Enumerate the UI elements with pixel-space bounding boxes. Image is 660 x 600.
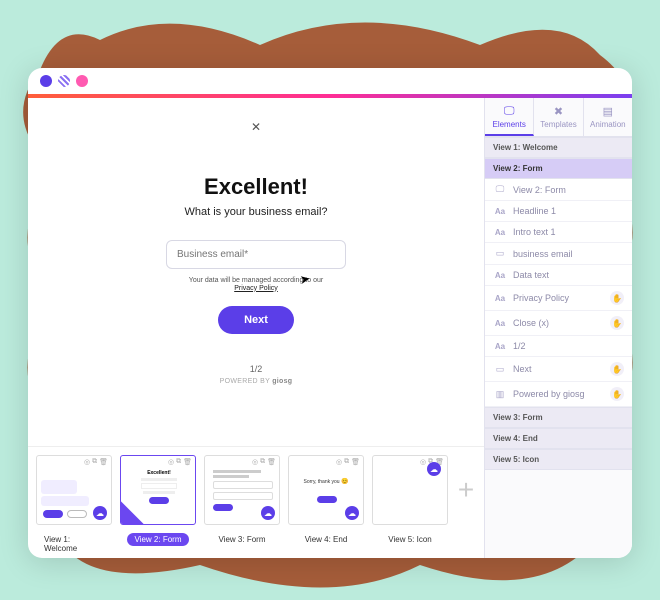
layer-row[interactable]: Aa Data text xyxy=(485,265,632,286)
layer-name: 1/2 xyxy=(513,341,624,351)
privacy-policy-link[interactable]: Privacy Policy xyxy=(234,285,278,292)
thumb-form-2[interactable]: ◎⧉🗑 Excellent! View 2: Form xyxy=(120,455,196,546)
section-header[interactable]: View 4: End xyxy=(485,428,632,449)
film-icon: ▤ xyxy=(584,105,632,118)
button-icon: ▭ xyxy=(493,364,507,375)
powered-by[interactable]: POWERED BY giosg xyxy=(220,378,293,385)
thumb-label: View 2: Form xyxy=(127,533,190,546)
layer-name: Intro text 1 xyxy=(513,227,624,237)
eye-icon: ◎ xyxy=(252,458,258,466)
view-thumbnails: ◎⧉🗑 😊 ☁ View 1: Welcome ◎⧉🗑 Excellen xyxy=(28,446,484,558)
layer-row[interactable]: ▭ business email xyxy=(485,243,632,265)
intro-text[interactable]: What is your business email? xyxy=(184,206,327,218)
section-header[interactable]: View 2: Form xyxy=(485,158,632,179)
titlebar xyxy=(28,68,632,94)
layers-panel: View 1: WelcomeView 2: Form🖵View 2: Form… xyxy=(485,137,632,558)
input-icon: ▭ xyxy=(493,248,507,259)
eye-icon: ◎ xyxy=(168,458,174,466)
layer-name: Data text xyxy=(513,270,624,280)
trash-icon: 🗑 xyxy=(351,458,360,466)
powered-brand: giosg xyxy=(272,378,292,385)
business-email-input[interactable] xyxy=(166,240,346,269)
next-button[interactable]: Next xyxy=(218,306,294,334)
tab-templates[interactable]: ✖ Templates xyxy=(534,98,583,136)
layer-name: business email xyxy=(513,249,624,259)
layer-row[interactable]: 🖵 View 2: Form xyxy=(485,179,632,201)
canvas[interactable]: ✕ Excellent! What is your business email… xyxy=(28,98,484,446)
Aa-icon: Aa xyxy=(493,271,507,280)
cursor-icon: ➤ xyxy=(299,271,311,287)
Aa-icon: Aa xyxy=(493,342,507,351)
sidebar: 🖵 Elements ✖ Templates ▤ Animation View … xyxy=(484,98,632,558)
Aa-icon: Aa xyxy=(493,228,507,237)
layer-row[interactable]: Aa 1/2 xyxy=(485,336,632,357)
sidebar-tabs: 🖵 Elements ✖ Templates ▤ Animation xyxy=(485,98,632,137)
layer-row[interactable]: Aa Privacy Policy ✋ xyxy=(485,286,632,311)
tab-label: Elements xyxy=(492,120,525,129)
chat-icon: ☁ xyxy=(427,462,441,476)
powered-prefix: POWERED BY xyxy=(220,378,273,385)
widget-icon: ▥ xyxy=(493,389,507,400)
trash-icon: 🗑 xyxy=(267,458,276,466)
copy-icon: ⧉ xyxy=(176,458,181,466)
section-header[interactable]: View 5: Icon xyxy=(485,449,632,470)
tab-elements[interactable]: 🖵 Elements xyxy=(485,98,534,136)
Aa-icon: Aa xyxy=(493,207,507,216)
app-window: ✕ Excellent! What is your business email… xyxy=(28,68,632,558)
tab-label: Templates xyxy=(540,120,576,129)
tab-label: Animation xyxy=(590,120,626,129)
tab-animation[interactable]: ▤ Animation xyxy=(584,98,632,136)
chat-icon: ☁ xyxy=(345,506,359,520)
Aa-icon: Aa xyxy=(493,319,507,328)
add-view-button[interactable]: + xyxy=(456,455,476,525)
layer-row[interactable]: ▭ Next ✋ xyxy=(485,357,632,382)
trash-icon: 🗑 xyxy=(99,458,108,466)
layer-name: Headline 1 xyxy=(513,206,624,216)
window-dot-2 xyxy=(58,75,70,87)
copy-icon: ⧉ xyxy=(92,458,97,466)
thumb-label: View 4: End xyxy=(297,533,356,546)
layer-row[interactable]: Aa Headline 1 xyxy=(485,201,632,222)
action-indicator-icon[interactable]: ✋ xyxy=(610,387,624,401)
eye-icon: ◎ xyxy=(336,458,342,466)
eye-icon: ◎ xyxy=(84,458,90,466)
section-header[interactable]: View 3: Form xyxy=(485,407,632,428)
thumb-label: View 3: Form xyxy=(211,533,274,546)
thumb-icon[interactable]: ◎⧉🗑 ☁ View 5: Icon xyxy=(372,455,448,546)
thumb-form-3[interactable]: ◎⧉🗑 ☁ View 3: Form xyxy=(204,455,280,546)
chat-icon: ☁ xyxy=(93,506,107,520)
eye-icon: ◎ xyxy=(420,458,426,466)
layer-name: Next xyxy=(513,364,604,374)
canvas-area: ✕ Excellent! What is your business email… xyxy=(28,98,484,558)
layer-name: View 2: Form xyxy=(513,185,624,195)
trash-icon: 🗑 xyxy=(183,458,192,466)
window-dot-3 xyxy=(76,75,88,87)
thumb-label: View 1: Welcome xyxy=(36,533,112,555)
chat-icon: ☁ xyxy=(261,506,275,520)
action-indicator-icon[interactable]: ✋ xyxy=(610,362,624,376)
monitor-icon: 🖵 xyxy=(485,105,533,118)
view-icon: 🖵 xyxy=(493,184,507,195)
layer-row[interactable]: Aa Close (x) ✋ xyxy=(485,311,632,336)
copy-icon: ⧉ xyxy=(344,458,349,466)
thumb-label: View 5: Icon xyxy=(380,533,439,546)
layer-row[interactable]: Aa Intro text 1 xyxy=(485,222,632,243)
window-dot-1 xyxy=(40,75,52,87)
layer-name: Powered by giosg xyxy=(513,389,604,399)
section-header[interactable]: View 1: Welcome xyxy=(485,137,632,158)
close-icon[interactable]: ✕ xyxy=(251,120,261,134)
layer-name: Privacy Policy xyxy=(513,293,604,303)
thumb-end[interactable]: ◎⧉🗑 Sorry, thank you 😊 ☁ View 4: End xyxy=(288,455,364,546)
layer-name: Close (x) xyxy=(513,318,604,328)
headline-text[interactable]: Excellent! xyxy=(204,174,308,200)
action-indicator-icon[interactable]: ✋ xyxy=(610,316,624,330)
copy-icon: ⧉ xyxy=(260,458,265,466)
tools-icon: ✖ xyxy=(534,105,582,118)
page-indicator[interactable]: 1/2 xyxy=(250,364,263,374)
thumb-welcome[interactable]: ◎⧉🗑 😊 ☁ View 1: Welcome xyxy=(36,455,112,555)
layer-row[interactable]: ▥ Powered by giosg ✋ xyxy=(485,382,632,407)
action-indicator-icon[interactable]: ✋ xyxy=(610,291,624,305)
Aa-icon: Aa xyxy=(493,294,507,303)
